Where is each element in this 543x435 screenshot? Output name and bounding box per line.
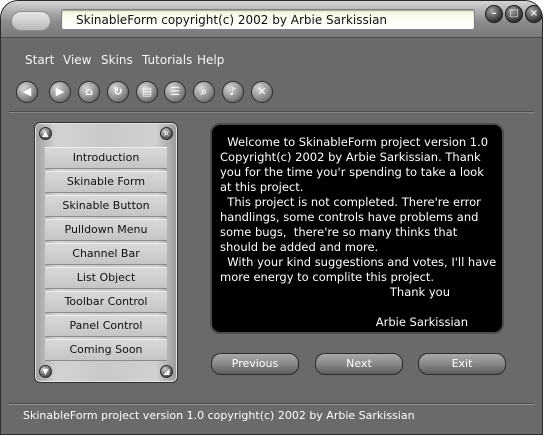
scroll-up-icon[interactable]: ▲ — [39, 127, 52, 140]
menu-tutorials[interactable]: Tutorials — [142, 49, 192, 71]
message-line: Welcome to SkinableForm project version … — [220, 135, 489, 149]
toolbar: ◀ ▶ ⌂ ↻ ▤ ☰ ⌕ ♪ ✕ — [16, 81, 316, 103]
previous-button[interactable]: Previous — [211, 353, 299, 375]
message-line: more energy to complite this project. — [220, 270, 435, 284]
maximize-icon[interactable]: □ — [505, 5, 523, 23]
panel-item-skinable-button[interactable]: Skinable Button — [45, 195, 167, 217]
panel-item-channel-bar[interactable]: Channel Bar — [45, 243, 167, 265]
message-line: you for the time you'r spending to take … — [220, 165, 484, 179]
back-arrow-icon[interactable]: ◀ — [16, 81, 38, 103]
menu-bar: Start View Skins Tutorials Help — [1, 49, 542, 71]
menu-skins[interactable]: Skins — [101, 49, 133, 71]
tutorial-panel: ▲ × ▼ ◢ Introduction Skinable Form Skina… — [34, 122, 178, 383]
exit-button[interactable]: Exit — [418, 353, 506, 375]
menu-help[interactable]: Help — [197, 49, 224, 71]
list-document-icon[interactable]: ☰ — [164, 81, 186, 103]
panel-close-icon[interactable]: × — [160, 127, 173, 140]
message-signature: Arbie Sarkissian — [375, 315, 468, 329]
panel-item-pulldown-menu[interactable]: Pulldown Menu — [45, 219, 167, 241]
refresh-icon[interactable]: ↻ — [107, 81, 129, 103]
status-bar-text: SkinableForm project version 1.0 copyrig… — [23, 409, 415, 422]
panel-item-skinable-form[interactable]: Skinable Form — [45, 171, 167, 193]
close-icon[interactable]: × — [525, 5, 542, 23]
resize-grip-icon[interactable]: ◢ — [160, 365, 173, 378]
scroll-down-icon[interactable]: ▼ — [39, 365, 52, 378]
toolbar-divider — [9, 111, 534, 113]
panel-item-list-object[interactable]: List Object — [45, 267, 167, 289]
window-title: SkinableForm copyright(c) 2002 by Arbie … — [61, 9, 475, 30]
welcome-message-box: Welcome to SkinableForm project version … — [210, 123, 504, 334]
message-line: With your kind suggestions and votes, I'… — [220, 255, 497, 269]
status-divider — [9, 403, 534, 405]
message-line: should be added and more. — [220, 240, 379, 254]
forward-arrow-icon[interactable]: ▶ — [49, 81, 71, 103]
search-icon[interactable]: ⌕ — [193, 81, 215, 103]
panel-item-panel-control[interactable]: Panel Control — [45, 315, 167, 337]
panel-item-coming-soon[interactable]: Coming Soon — [45, 339, 167, 361]
panel-item-introduction[interactable]: Introduction — [45, 147, 167, 169]
document-icon[interactable]: ▤ — [136, 81, 158, 103]
message-line: Copyright(c) 2002 by Arbie Sarkissian. T… — [220, 150, 481, 164]
minimize-icon[interactable]: – — [485, 5, 503, 23]
message-thanks: Thank you — [389, 285, 450, 299]
next-button[interactable]: Next — [315, 353, 403, 375]
menu-start[interactable]: Start — [25, 49, 54, 71]
app-window: SkinableForm copyright(c) 2002 by Arbie … — [0, 0, 543, 435]
panel-item-toolbar-control[interactable]: Toolbar Control — [45, 291, 167, 313]
menu-view[interactable]: View — [63, 49, 91, 71]
message-line: handlings, some controls have problems a… — [220, 210, 479, 224]
title-bar-ornament — [11, 11, 51, 31]
music-note-icon[interactable]: ♪ — [222, 81, 244, 103]
message-line: some bugs, there're so many thinks that — [220, 225, 458, 239]
toolbar-close-icon[interactable]: ✕ — [251, 81, 273, 103]
title-bar[interactable]: SkinableForm copyright(c) 2002 by Arbie … — [1, 1, 542, 38]
home-icon[interactable]: ⌂ — [78, 81, 100, 103]
message-line: at this project. — [220, 180, 304, 194]
message-line: This project is not completed. There're … — [220, 195, 481, 209]
